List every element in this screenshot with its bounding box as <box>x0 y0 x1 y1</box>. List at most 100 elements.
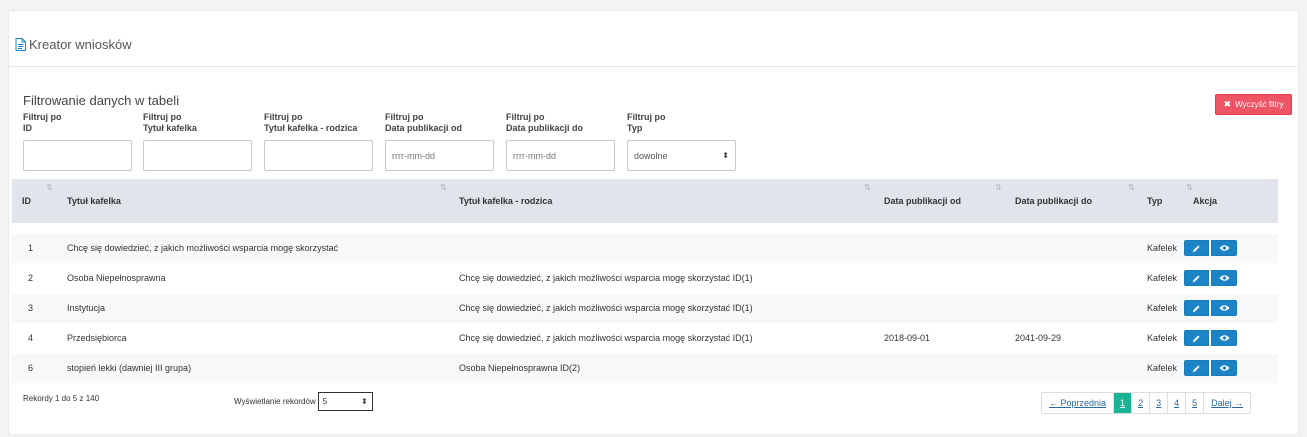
sort-icon[interactable]: ⇅ <box>1128 183 1135 192</box>
sort-icon[interactable]: ⇅ <box>1186 183 1193 192</box>
filter-parent-title: Filtruj po Tytuł kafelka - rodzica <box>264 112 380 171</box>
cell-parent: Chcę się dowiedzieć, z jakich możliwości… <box>459 333 753 343</box>
pagination-prev[interactable]: ← Poprzednia <box>1042 393 1115 413</box>
cell-type: Kafelek <box>1147 363 1178 373</box>
pagination: ← Poprzednia 1 2 3 4 5 Dalej → <box>1041 392 1252 414</box>
table-row: 2 Osoba Niepełnosprawna Chcę się dowiedz… <box>12 264 1278 293</box>
pencil-icon <box>1192 334 1200 342</box>
table-row: 6 stopień lekki (dawniej III grupa) Osob… <box>12 354 1278 383</box>
records-info: Rekordy 1 do 5 z 140 <box>23 394 100 403</box>
cell-type: Kafelek <box>1147 273 1178 283</box>
column-header-title[interactable]: Tytuł kafelka <box>67 196 121 206</box>
page-length: Wyświetlanie rekordów 5 ⬍ <box>234 392 373 411</box>
pagination-page-3[interactable]: 3 <box>1150 393 1169 413</box>
cell-id: 6 <box>28 363 34 373</box>
cell-type: Kafelek <box>1147 303 1178 313</box>
table-row: 4 Przedsiębiorca Chcę się dowiedzieć, z … <box>12 324 1278 353</box>
cell-date-to: 2041-09-29 <box>1015 333 1062 343</box>
select-arrows-icon: ⬍ <box>361 397 368 406</box>
filter-type-select[interactable]: dowolne ⬍ <box>627 140 736 171</box>
cell-parent: Chcę się dowiedzieć, z jakich możliwości… <box>459 303 753 313</box>
cell-id: 2 <box>28 273 34 283</box>
clear-filters-label: Wyczyść filtry <box>1235 100 1284 109</box>
panel-title: Kreator wniosków <box>15 37 132 52</box>
panel-header: Kreator wniosków <box>9 11 1298 67</box>
view-button[interactable] <box>1211 240 1237 256</box>
page-length-value: 5 <box>322 397 328 406</box>
column-header-date-from[interactable]: Data publikacji od <box>884 196 961 206</box>
pagination-page-2[interactable]: 2 <box>1132 393 1151 413</box>
view-button[interactable] <box>1211 360 1237 376</box>
clear-filters-button[interactable]: ✖ Wyczyść filtry <box>1215 94 1292 115</box>
view-button[interactable] <box>1211 300 1237 316</box>
filter-id-input[interactable] <box>23 140 132 171</box>
cell-id: 1 <box>28 243 34 253</box>
cell-parent: Chcę się dowiedzieć, z jakich możliwości… <box>459 273 753 283</box>
table-row: 1 Chcę się dowiedzieć, z jakich możliwoś… <box>12 234 1278 263</box>
page-length-select[interactable]: 5 ⬍ <box>317 392 373 411</box>
cell-type: Kafelek <box>1147 333 1178 343</box>
pencil-icon <box>1192 244 1200 252</box>
cell-title: Instytucja <box>67 303 106 313</box>
sort-icon[interactable]: ⇅ <box>995 183 1002 192</box>
cell-title: Chcę się dowiedzieć, z jakich możliwości… <box>67 243 339 253</box>
row-actions <box>1184 330 1237 346</box>
edit-button[interactable] <box>1184 330 1209 346</box>
column-header-parent[interactable]: Tytuł kafelka - rodzica <box>459 196 552 206</box>
sort-icon[interactable]: ⇅ <box>46 183 53 192</box>
table-header: ⇅ ID ⇅ Tytuł kafelka ⇅ Tytuł kafelka - r… <box>12 179 1278 223</box>
cell-date-from: 2018-09-01 <box>884 333 931 343</box>
filter-date-from: Filtruj po Data publikacji od rrrr-mm-dd <box>385 112 501 171</box>
row-actions <box>1184 300 1237 316</box>
page-length-label: Wyświetlanie rekordów <box>234 397 316 406</box>
cell-title: Osoba Niepełnosprawna <box>67 273 166 283</box>
view-button[interactable] <box>1211 330 1237 346</box>
close-icon: ✖ <box>1223 99 1232 109</box>
cell-title: stopień lekki (dawniej III grupa) <box>67 363 192 373</box>
cell-title: Przedsiębiorca <box>67 333 127 343</box>
filter-date-to-input[interactable]: rrrr-mm-dd <box>506 140 615 171</box>
filter-type-value: dowolne <box>634 150 668 161</box>
column-header-type[interactable]: Typ <box>1147 196 1162 206</box>
pencil-icon <box>1192 304 1200 312</box>
edit-button[interactable] <box>1184 300 1209 316</box>
eye-icon <box>1218 305 1230 311</box>
column-header-id[interactable]: ID <box>22 196 31 206</box>
pagination-next[interactable]: Dalej → <box>1204 393 1251 413</box>
cell-parent: Osoba Niepełnosprawna ID(2) <box>459 363 581 373</box>
filter-title-input[interactable] <box>143 140 252 171</box>
filter-title: Filtruj po Tytuł kafelka <box>143 112 259 171</box>
row-actions <box>1184 270 1237 286</box>
column-header-action: Akcja <box>1193 196 1218 206</box>
cell-id: 3 <box>28 303 34 313</box>
filter-date-from-input[interactable]: rrrr-mm-dd <box>385 140 494 171</box>
select-arrows-icon: ⬍ <box>722 151 729 160</box>
pagination-page-5[interactable]: 5 <box>1186 393 1205 413</box>
eye-icon <box>1218 245 1230 251</box>
filter-label: Filtruj po Tytuł kafelka <box>143 112 197 133</box>
pagination-page-4[interactable]: 4 <box>1168 393 1187 413</box>
filter-label: Filtruj po Typ <box>627 112 666 133</box>
cell-type: Kafelek <box>1147 243 1178 253</box>
column-header-date-to[interactable]: Data publikacji do <box>1015 196 1092 206</box>
filter-label: Filtruj po Data publikacji od <box>385 112 463 133</box>
row-actions <box>1184 240 1237 256</box>
filter-label: Filtruj po ID <box>23 112 62 133</box>
page: Kreator wniosków Filtrowanie danych w ta… <box>0 0 1307 437</box>
sort-icon[interactable]: ⇅ <box>440 183 447 192</box>
view-button[interactable] <box>1211 270 1237 286</box>
filter-date-to: Filtruj po Data publikacji do rrrr-mm-dd <box>506 112 622 171</box>
document-icon <box>15 38 26 51</box>
pencil-icon <box>1192 274 1200 282</box>
filter-type: Filtruj po Typ dowolne ⬍ <box>627 112 743 171</box>
edit-button[interactable] <box>1184 270 1209 286</box>
cell-id: 4 <box>28 333 34 343</box>
edit-button[interactable] <box>1184 240 1209 256</box>
filter-parent-title-input[interactable] <box>264 140 373 171</box>
filter-id: Filtruj po ID <box>23 112 139 171</box>
pagination-page-1[interactable]: 1 <box>1114 393 1133 413</box>
eye-icon <box>1218 335 1230 341</box>
eye-icon <box>1218 275 1230 281</box>
sort-icon[interactable]: ⇅ <box>864 183 871 192</box>
edit-button[interactable] <box>1184 360 1209 376</box>
